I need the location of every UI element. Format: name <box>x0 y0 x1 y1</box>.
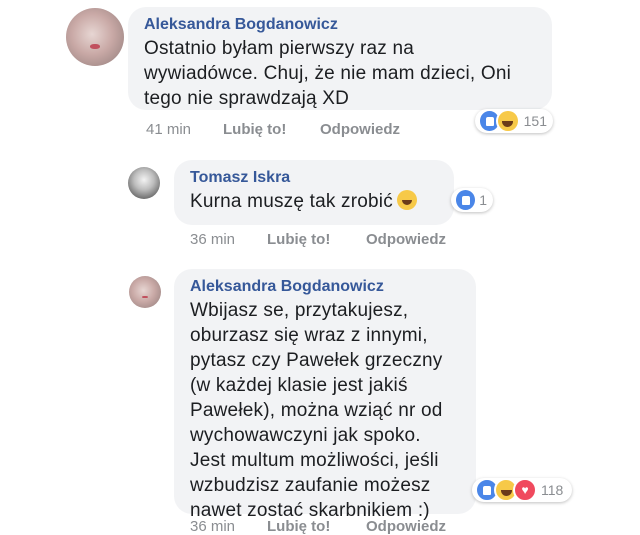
comment-line: wychowawczyni jak spoko. <box>190 425 421 446</box>
avatar[interactable] <box>129 276 161 308</box>
reaction-count: 1 <box>479 192 487 208</box>
reaction-count: 118 <box>541 482 564 498</box>
comment-line: oburzasz się wraz z innymi, <box>190 325 428 346</box>
comment-bubble: Aleksandra Bogdanowicz Ostatnio byłam pi… <box>128 7 552 110</box>
reactions-summary[interactable]: 151 <box>475 109 553 133</box>
avatar[interactable] <box>128 167 160 199</box>
comment-bubble: Tomasz Iskra Kurna muszę tak zrobić <box>174 160 454 225</box>
comment-line: wywiadówce. Chuj, że nie mam dzieci, Oni <box>144 63 512 84</box>
reply-button[interactable]: Odpowiedz <box>366 231 446 248</box>
like-button[interactable]: Lubię to! <box>267 231 330 248</box>
comment-line: Pawełek), można wziąć nr od <box>190 400 443 421</box>
comment-text: Kurna muszę tak zrobić <box>190 189 438 214</box>
comment-time[interactable]: 36 min <box>190 231 235 248</box>
reactions-summary[interactable]: 1 <box>451 188 493 212</box>
comment-line: Kurna muszę tak zrobić <box>190 191 393 212</box>
comment-text: Wbijasz se, przytakujesz, oburzasz się w… <box>190 298 460 523</box>
comment-text: Ostatnio byłam pierwszy raz na wywiadówc… <box>144 36 536 111</box>
haha-icon <box>496 109 520 133</box>
like-icon <box>454 188 478 212</box>
comment-line: Ostatnio byłam pierwszy raz na <box>144 38 414 59</box>
comment-author[interactable]: Tomasz Iskra <box>190 168 438 188</box>
comment-author[interactable]: Aleksandra Bogdanowicz <box>190 277 460 297</box>
comment-author[interactable]: Aleksandra Bogdanowicz <box>144 15 536 35</box>
like-button[interactable]: Lubię to! <box>223 121 286 138</box>
comment-line: Jest multum możliwości, jeśli <box>190 450 439 471</box>
comment-bubble: Aleksandra Bogdanowicz Wbijasz se, przyt… <box>174 269 476 521</box>
reaction-count: 151 <box>523 113 547 129</box>
avatar[interactable] <box>66 8 124 66</box>
reply-button[interactable]: Odpowiedz <box>320 121 400 138</box>
laughing-emoji-icon <box>396 190 417 210</box>
comment-time[interactable]: 41 min <box>146 121 191 138</box>
comment-line: (w każdej klasie jest jakiś <box>190 375 408 396</box>
comment-line: pytasz czy Pawełek grzeczny <box>190 350 443 371</box>
comment-line: Wbijasz se, przytakujesz, <box>190 300 409 321</box>
reactions-summary[interactable]: 118 <box>472 478 572 502</box>
comment-line: tego nie sprawdzają XD <box>144 88 350 109</box>
love-icon <box>513 478 537 502</box>
comment-line: wzbudzisz zaufanie możesz <box>190 475 431 496</box>
